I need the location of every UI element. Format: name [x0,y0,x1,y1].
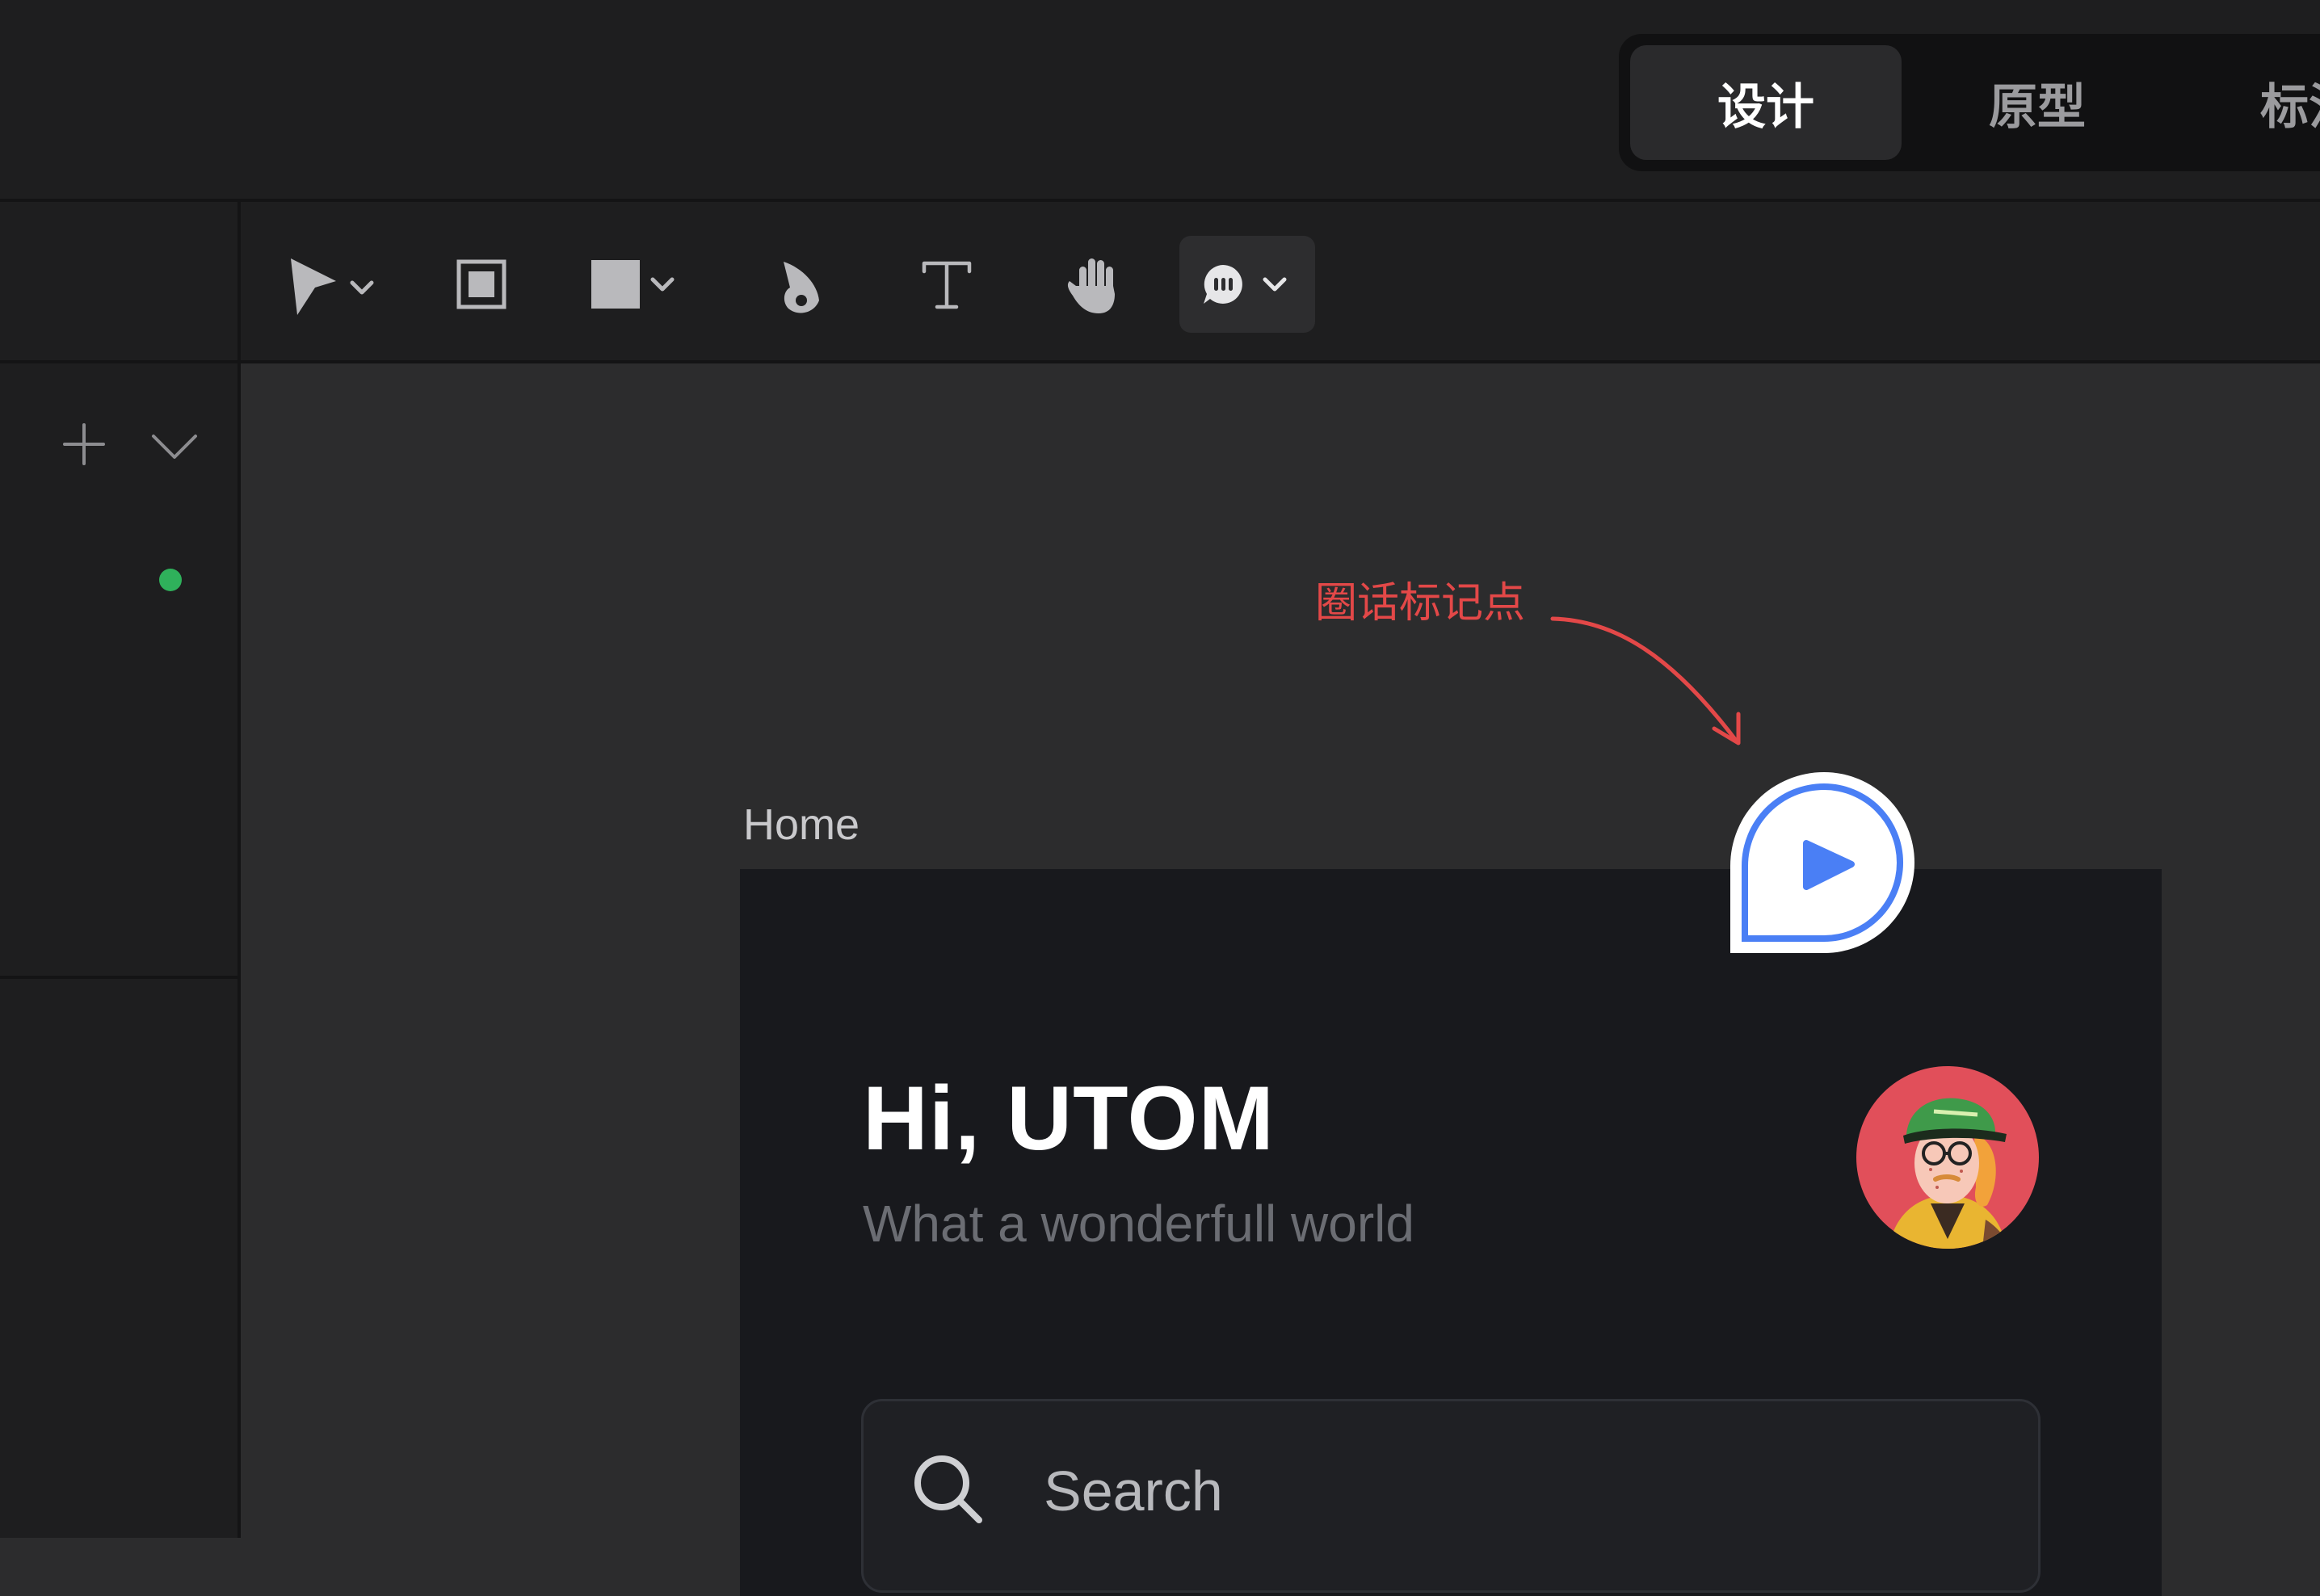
comment-icon [1204,265,1242,304]
move-tool[interactable] [283,250,388,323]
search-input[interactable] [861,1399,2041,1593]
add-page-icon[interactable] [60,420,108,468]
frame-icon [456,259,506,309]
annotation-label: 圈话标记点 [1315,579,1526,628]
frame-tool[interactable] [452,255,511,313]
chevron-down-icon [350,280,374,295]
page-status-dot [159,569,182,591]
tab-design[interactable]: 设计 [1630,45,1902,160]
avatar[interactable] [1856,1066,2039,1249]
sidebar-header [0,202,241,363]
rectangle-icon [591,260,640,309]
tab-annotate[interactable]: 标注 [2173,45,2320,160]
collapse-chevron-icon[interactable] [149,426,200,465]
search-icon [910,1451,987,1528]
cursor-arrow-icon [291,258,336,315]
mode-switch: 设计 原型 标注 [1619,34,2320,171]
text-icon [922,261,972,309]
greeting-subtitle: What a wonderfull world [863,1195,1414,1253]
frame-label[interactable]: Home [743,800,859,850]
annotation-arrow [1543,606,1745,751]
tab-prototype[interactable]: 原型 [1902,45,2173,160]
hand-tool[interactable] [1065,254,1126,318]
pen-icon [784,262,819,313]
sidebar-divider [0,976,241,979]
layers-sidebar [0,363,241,1538]
search-placeholder: Search [1044,1460,1223,1522]
comment-tool[interactable] [1179,236,1315,333]
greeting-title: Hi, UTOM [863,1068,1275,1169]
shape-tool[interactable] [586,255,691,313]
chevron-down-icon [1263,277,1287,292]
hand-icon [1067,258,1115,313]
pen-tool[interactable] [771,255,829,320]
comment-pin-marker[interactable] [1724,766,1926,968]
text-tool[interactable] [918,255,976,313]
chevron-down-icon [650,277,675,292]
